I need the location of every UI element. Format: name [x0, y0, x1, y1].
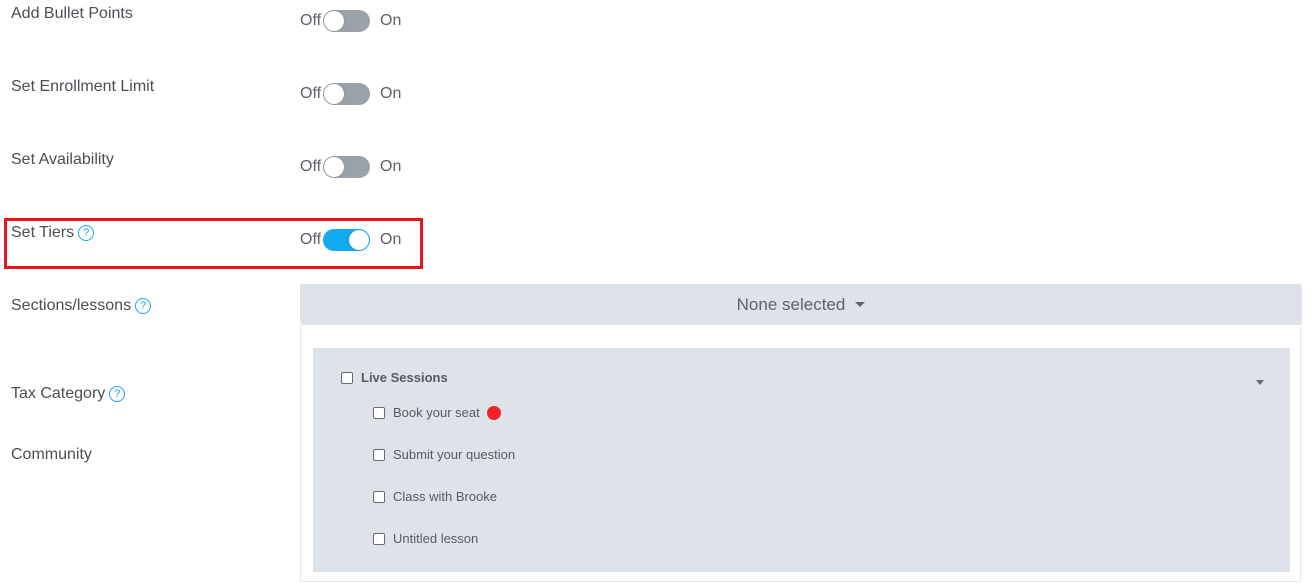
red-dot-icon: [486, 405, 501, 420]
set-availability-switch[interactable]: [323, 156, 371, 178]
item-label: Untitled lesson: [393, 531, 479, 546]
sections-lessons-text: Sections/lessons: [11, 297, 132, 314]
set-enrollment-limit-text: Set Enrollment Limit: [11, 78, 155, 95]
set-availability-text: Set Availability: [11, 151, 114, 168]
toggle-on-label: On: [380, 12, 402, 29]
list-item[interactable]: Untitled lesson: [373, 531, 478, 546]
group-collapse-caret-icon[interactable]: [1256, 380, 1264, 385]
community-text: Community: [11, 446, 92, 463]
help-icon[interactable]: ?: [78, 225, 95, 241]
set-tiers-switch[interactable]: [323, 229, 371, 251]
sections-lessons-label: Sections/lessons ?: [11, 297, 152, 315]
set-tiers-label: Set Tiers ?: [11, 224, 95, 242]
tax-category-text: Tax Category: [11, 385, 106, 402]
toggle-off-label: Off: [300, 12, 322, 29]
tax-category-label: Tax Category ?: [11, 385, 126, 403]
sections-dropdown-panel: Live Sessions Book your seat Submit your…: [300, 325, 1301, 582]
group-header[interactable]: Live Sessions: [341, 370, 448, 385]
item-checkbox[interactable]: [373, 406, 385, 419]
set-enrollment-limit-switch[interactable]: [323, 83, 371, 105]
item-checkbox[interactable]: [373, 490, 385, 503]
add-bullet-points-toggle-row: Off On: [300, 10, 401, 32]
add-bullet-points-switch[interactable]: [323, 10, 371, 32]
toggle-off-label: Off: [300, 85, 322, 102]
set-tiers-toggle-row: Off On: [300, 229, 401, 251]
toggle-on-label: On: [380, 158, 402, 175]
group-title: Live Sessions: [361, 370, 448, 385]
toggle-off-label: Off: [300, 158, 322, 175]
help-icon[interactable]: ?: [109, 386, 126, 402]
set-enrollment-limit-toggle-row: Off On: [300, 83, 401, 105]
add-bullet-points-text: Add Bullet Points: [11, 5, 133, 22]
toggle-on-label: On: [380, 231, 402, 248]
dropdown-selected-value: None selected: [736, 294, 846, 314]
caret-down-icon: [855, 302, 866, 307]
lesson-group: Live Sessions Book your seat Submit your…: [313, 348, 1290, 572]
switch-knob: [324, 157, 345, 177]
item-label: Submit your question: [393, 447, 516, 462]
switch-knob: [324, 11, 345, 31]
community-label: Community: [11, 446, 92, 464]
item-checkbox[interactable]: [373, 532, 385, 545]
sections-dropdown-button[interactable]: None selected: [300, 284, 1302, 325]
set-tiers-text: Set Tiers: [11, 224, 75, 241]
switch-knob: [349, 230, 370, 250]
set-availability-toggle-row: Off On: [300, 156, 401, 178]
toggle-on-label: On: [380, 85, 402, 102]
help-icon[interactable]: ?: [135, 298, 152, 314]
switch-knob: [324, 84, 345, 104]
item-label: Book your seat: [393, 405, 480, 420]
set-availability-label: Set Availability: [11, 151, 114, 169]
item-label: Class with Brooke: [393, 489, 498, 504]
list-item[interactable]: Class with Brooke: [373, 489, 497, 504]
item-checkbox[interactable]: [373, 448, 385, 461]
toggle-off-label: Off: [300, 231, 322, 248]
settings-page: Add Bullet Points Off On Set Enrollment …: [0, 0, 1314, 588]
add-bullet-points-label: Add Bullet Points: [11, 5, 133, 23]
set-enrollment-limit-label: Set Enrollment Limit: [11, 78, 154, 96]
list-item[interactable]: Book your seat: [373, 405, 501, 420]
list-item[interactable]: Submit your question: [373, 447, 515, 462]
group-checkbox[interactable]: [341, 371, 353, 384]
